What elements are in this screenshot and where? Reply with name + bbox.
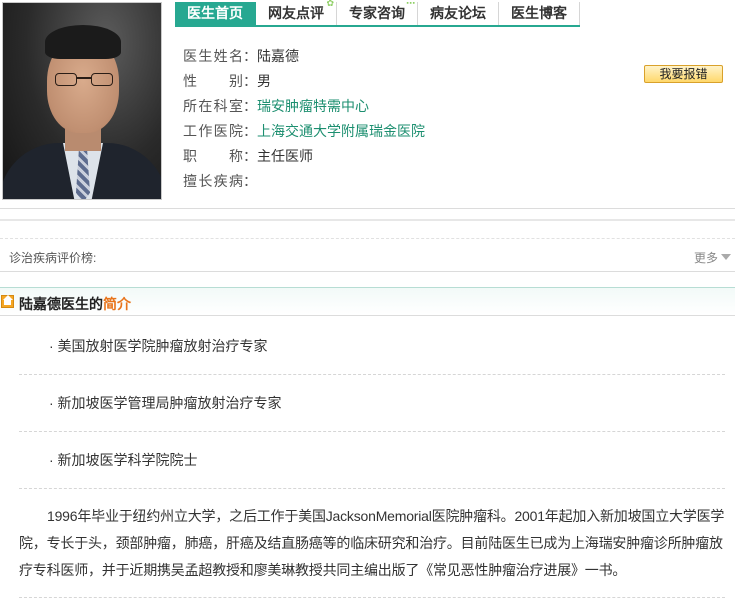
intro-title-prefix: 陆嘉德医生的 bbox=[19, 296, 103, 312]
triangle-down-icon bbox=[721, 254, 731, 260]
doctor-tabs: 医生首页 网友点评 ✿ 专家咨询 ⋯ 病友论坛 医生博客 bbox=[175, 0, 580, 27]
colon: ： bbox=[243, 173, 257, 189]
info-row-name: 医生姓名 ： 陆嘉德 bbox=[183, 46, 425, 71]
report-error-button[interactable]: 我要报错 bbox=[644, 65, 723, 83]
intro-paragraph: 1996年毕业于纽约州立大学，之后工作于美国JacksonMemorial医院肿… bbox=[19, 508, 725, 578]
colon: ： bbox=[243, 98, 257, 114]
more-label: 更多 bbox=[693, 251, 718, 265]
divider bbox=[19, 597, 725, 598]
evaluation-bar: 诊治疾病评价榜: 更多 bbox=[0, 238, 735, 272]
info-row-specialty: 擅长疾病 ： bbox=[183, 171, 425, 196]
tab-patient-forum[interactable]: 病友论坛 bbox=[418, 2, 499, 25]
intro-header: 陆嘉德医生的简介 bbox=[0, 287, 735, 316]
home-icon bbox=[1, 295, 14, 308]
doctor-photo bbox=[2, 2, 162, 200]
info-row-gender: 性别 ： 男 bbox=[183, 71, 425, 96]
tab-user-reviews-label: 网友点评 bbox=[268, 5, 324, 21]
tab-user-reviews[interactable]: 网友点评 ✿ bbox=[256, 0, 337, 25]
doctor-gender: 男 bbox=[257, 73, 271, 89]
dots-icon: ⋯ bbox=[406, 0, 415, 8]
divider bbox=[0, 219, 735, 221]
intro-title: 陆嘉德医生的简介 bbox=[19, 294, 131, 314]
info-row-hospital: 工作医院 ： 上海交通大学附属瑞金医院 bbox=[183, 121, 425, 146]
doctor-title: 主任医师 bbox=[257, 148, 313, 164]
colon: ： bbox=[243, 148, 257, 164]
info-row-title: 职称 ： 主任医师 bbox=[183, 146, 425, 171]
dept-label: 所在科室 bbox=[183, 98, 243, 114]
specialty-label: 擅长疾病 bbox=[183, 173, 243, 189]
colon: ： bbox=[243, 48, 257, 64]
divider bbox=[0, 208, 735, 209]
intro-title-suffix: 简介 bbox=[103, 296, 131, 312]
tab-expert-consult-label: 专家咨询 bbox=[349, 5, 405, 21]
tab-expert-consult[interactable]: 专家咨询 ⋯ bbox=[337, 0, 418, 25]
intro-bullet: · 新加坡医学科学院院士 bbox=[19, 432, 725, 489]
dept-link[interactable]: 瑞安肿瘤特需中心 bbox=[257, 96, 369, 121]
title-label: 职称 bbox=[183, 148, 243, 164]
tab-doctor-blog[interactable]: 医生博客 bbox=[499, 2, 580, 25]
name-label: 医生姓名 bbox=[183, 48, 243, 64]
tab-doctor-home[interactable]: 医生首页 bbox=[175, 2, 256, 25]
colon: ： bbox=[243, 123, 257, 139]
colon: ： bbox=[243, 73, 257, 89]
sparkle-icon: ✿ bbox=[326, 0, 334, 8]
doctor-info: 医生姓名 ： 陆嘉德 性别 ： 男 所在科室 ： 瑞安肿瘤特需中心 工作医院 ：… bbox=[183, 46, 425, 196]
more-link[interactable]: 更多 bbox=[694, 249, 731, 266]
doctor-name: 陆嘉德 bbox=[257, 48, 299, 64]
hospital-link[interactable]: 上海交通大学附属瑞金医院 bbox=[257, 121, 425, 146]
gender-label: 性别 bbox=[183, 73, 243, 89]
intro-bullet: · 美国放射医学院肿瘤放射治疗专家 bbox=[19, 318, 725, 375]
evaluation-label: 诊治疾病评价榜: bbox=[9, 251, 97, 265]
intro-bullet: · 新加坡医学管理局肿瘤放射治疗专家 bbox=[19, 375, 725, 432]
hospital-label: 工作医院 bbox=[183, 123, 243, 139]
info-row-dept: 所在科室 ： 瑞安肿瘤特需中心 bbox=[183, 96, 425, 121]
